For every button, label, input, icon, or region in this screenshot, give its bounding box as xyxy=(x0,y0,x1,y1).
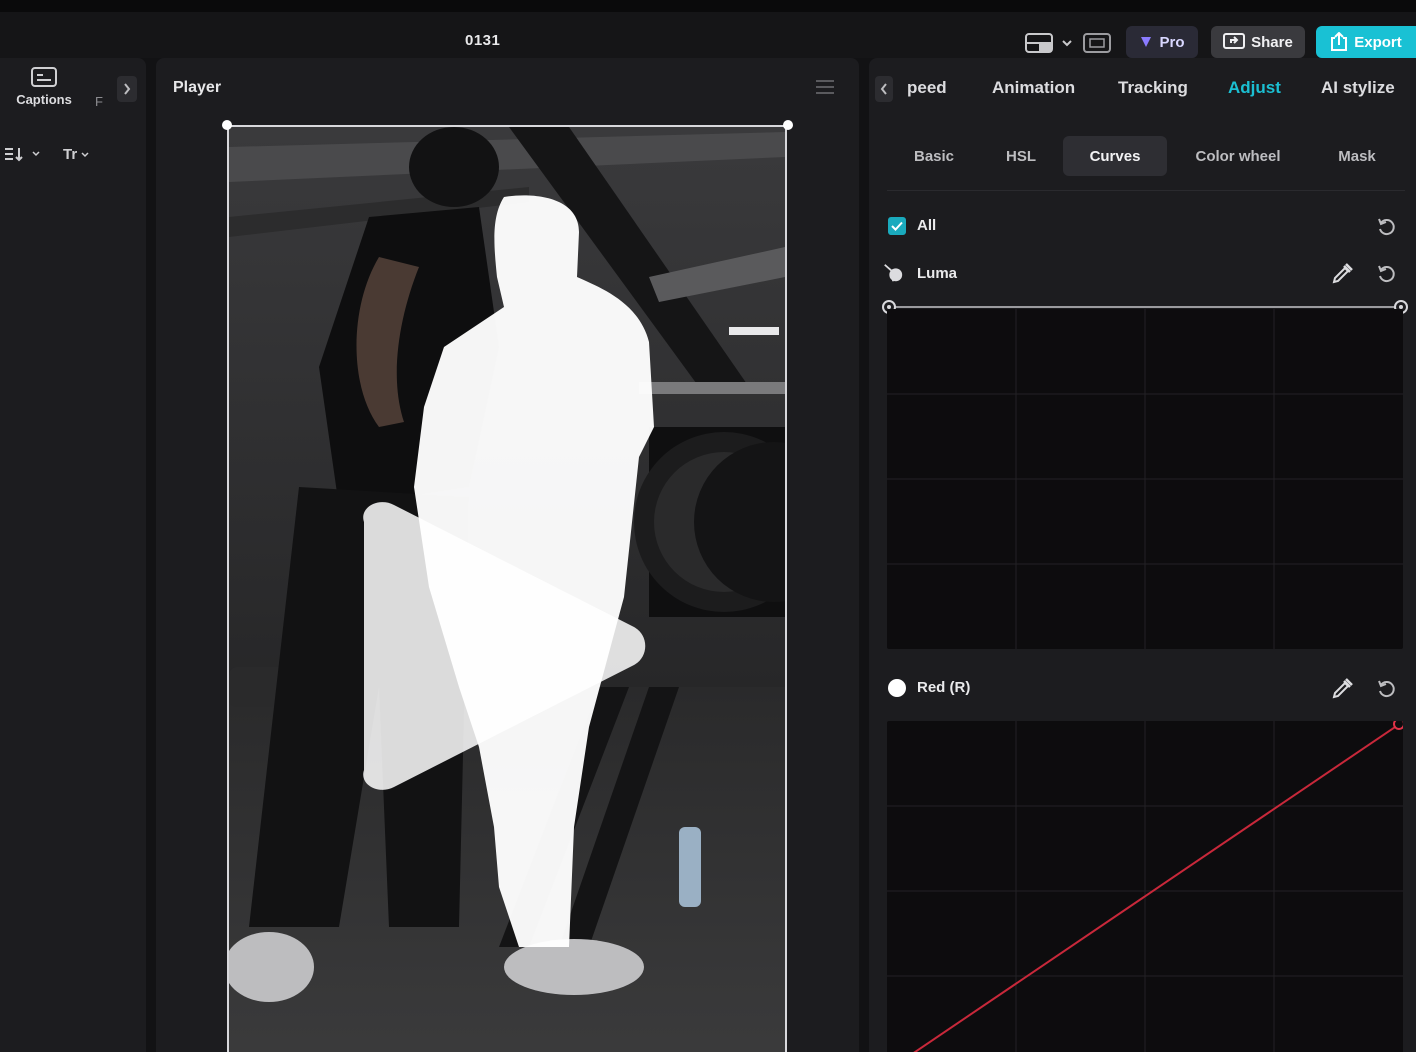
font-control[interactable]: Tr xyxy=(63,146,89,163)
subtab-color-wheel[interactable]: Color wheel xyxy=(1179,136,1297,176)
left-panel: Captions F Tr xyxy=(0,58,146,1052)
reset-icon[interactable] xyxy=(1375,263,1397,285)
check-icon xyxy=(891,221,903,231)
menu-icon[interactable] xyxy=(816,80,834,96)
chevron-down-icon xyxy=(32,151,40,157)
reset-icon[interactable] xyxy=(1375,216,1397,238)
top-bar: 0131 Pro Share Export xyxy=(0,12,1416,58)
luma-curve-editor[interactable] xyxy=(887,309,1403,649)
share-icon xyxy=(1223,33,1246,49)
tab-tracking[interactable]: Tracking xyxy=(1118,78,1188,98)
subtabs: Basic HSL Curves Color wheel Mask xyxy=(887,136,1405,178)
divider xyxy=(887,190,1405,191)
luma-label: Luma xyxy=(917,265,958,282)
layout-icon[interactable] xyxy=(1024,32,1054,54)
eyedropper-icon[interactable] xyxy=(1331,678,1353,700)
sort-control[interactable] xyxy=(4,146,40,162)
captions-tab[interactable]: Captions xyxy=(8,66,80,116)
subtab-hsl[interactable]: HSL xyxy=(983,136,1059,176)
next-tab-partial[interactable]: F xyxy=(95,94,103,109)
red-curve-line[interactable] xyxy=(887,722,1402,1052)
all-checkbox[interactable] xyxy=(888,217,906,235)
share-label: Share xyxy=(1251,33,1293,51)
tab-adjust[interactable]: Adjust xyxy=(1228,78,1281,98)
player-panel: Player xyxy=(156,58,859,1052)
dropdown-icon[interactable] xyxy=(1060,32,1074,54)
crop-handle[interactable] xyxy=(783,120,793,130)
red-label: Red (R) xyxy=(917,679,971,696)
project-title[interactable]: 0131 xyxy=(465,32,500,49)
font-tool-label: Tr xyxy=(63,146,78,163)
chevron-down-icon xyxy=(81,151,89,157)
export-label: Export xyxy=(1354,33,1402,51)
channel-icon xyxy=(882,262,904,284)
subtab-curves[interactable]: Curves xyxy=(1063,136,1167,176)
pro-badge-icon xyxy=(1141,37,1152,47)
sort-icon xyxy=(5,148,23,162)
red-curve-point[interactable] xyxy=(1393,721,1403,730)
shortcut-icon[interactable] xyxy=(1082,32,1112,54)
share-button[interactable]: Share xyxy=(1211,26,1305,58)
pro-button[interactable]: Pro xyxy=(1126,26,1198,58)
tab-speed[interactable]: peed xyxy=(907,78,947,98)
chevron-right-icon[interactable] xyxy=(117,76,137,102)
player-title: Player xyxy=(173,79,222,96)
tab-animation[interactable]: Animation xyxy=(992,78,1075,98)
red-channel-indicator[interactable] xyxy=(888,679,906,697)
chevron-left-icon[interactable] xyxy=(875,76,893,102)
video-preview[interactable] xyxy=(227,125,787,1052)
all-label: All xyxy=(917,217,937,234)
tab-ai-stylize[interactable]: AI stylize xyxy=(1321,78,1395,98)
window-top-strip xyxy=(0,0,1416,12)
inspector-panel: peed Animation Tracking Adjust AI styliz… xyxy=(869,58,1416,1052)
subtab-mask[interactable]: Mask xyxy=(1317,136,1397,176)
export-icon xyxy=(1331,32,1348,51)
eyedropper-icon[interactable] xyxy=(1331,263,1353,285)
subtab-basic[interactable]: Basic xyxy=(895,136,973,176)
pro-label: Pro xyxy=(1159,33,1185,51)
crop-handle[interactable] xyxy=(222,120,232,130)
reset-icon[interactable] xyxy=(1375,678,1397,700)
red-curve-editor[interactable] xyxy=(887,721,1403,1052)
captions-label: Captions xyxy=(16,92,72,107)
luma-range-track xyxy=(889,306,1401,308)
export-button[interactable]: Export xyxy=(1316,26,1416,58)
captions-icon xyxy=(31,67,57,87)
